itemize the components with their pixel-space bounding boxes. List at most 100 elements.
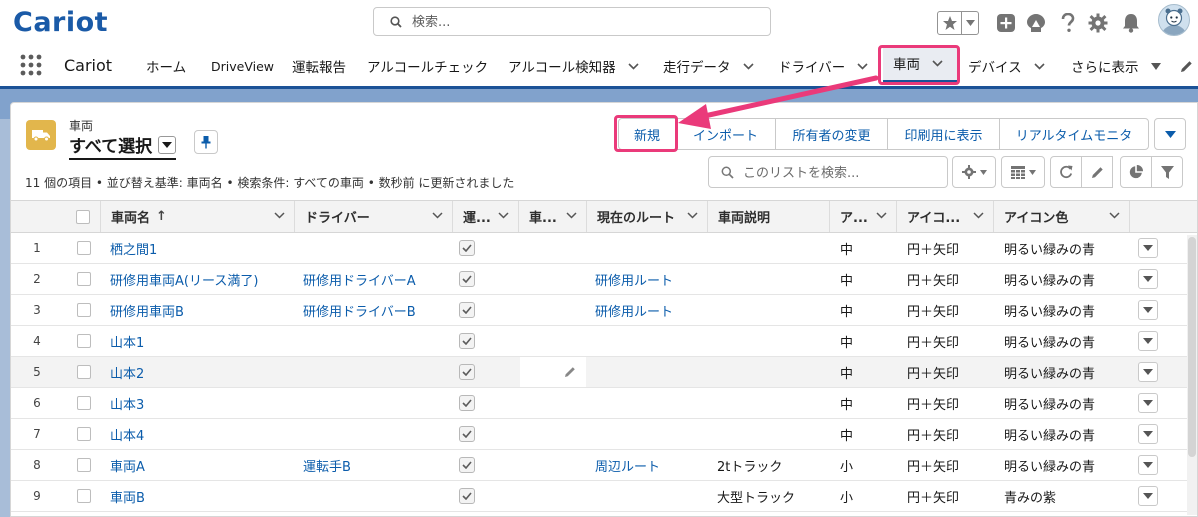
favorites-list-chevron-icon[interactable] [962, 12, 978, 34]
vehicle-name-link[interactable]: 山本1 [110, 326, 144, 356]
row-actions-dropdown-icon[interactable] [1138, 269, 1158, 289]
cariot-logo[interactable]: Cariot [13, 6, 108, 40]
global-search[interactable] [373, 7, 771, 36]
row-actions-dropdown-icon[interactable] [1138, 486, 1158, 506]
trailhead-icon[interactable] [1024, 11, 1048, 35]
edit-nav-pencil-icon[interactable] [1180, 46, 1193, 86]
nav-item-devices[interactable]: デバイス [968, 46, 1045, 86]
vehicle-name-link[interactable]: 山本4 [110, 419, 144, 449]
nav-item-alcohol-detector[interactable]: アルコール検知器 [508, 46, 639, 86]
nav-item-home[interactable]: ホーム [146, 46, 186, 86]
table-row[interactable]: 3 研修用車両B 研修用ドライバーB 研修用ルート 中 円＋矢印 明るい緑みの青 [11, 295, 1197, 326]
select-all-checkbox[interactable] [75, 209, 90, 224]
vehicle-name-link[interactable]: 車両A [110, 450, 145, 480]
list-search[interactable] [708, 156, 948, 188]
app-launcher-icon[interactable] [20, 54, 42, 76]
row-actions-dropdown-icon[interactable] [1138, 331, 1158, 351]
table-scrollbar[interactable] [1187, 235, 1197, 515]
chevron-down-icon[interactable] [432, 212, 443, 219]
filters-button[interactable] [1151, 156, 1183, 188]
row-checkbox[interactable] [77, 241, 91, 255]
route-link[interactable]: 研修用ルート [595, 264, 673, 294]
table-row[interactable]: 4 山本1 中 円＋矢印 明るい緑みの青 [11, 326, 1197, 357]
favorite-star-icon[interactable] [938, 12, 963, 34]
table-row[interactable]: 8 車両A 運転手B 周辺ルート 2tトラック 小 円＋矢印 明るい緑みの青 [11, 450, 1197, 481]
row-checkbox[interactable] [77, 303, 91, 317]
nav-item-trip-data[interactable]: 走行データ [663, 46, 754, 86]
column-header-vehicle-description[interactable]: 車両説明 [708, 201, 830, 232]
driver-link[interactable]: 研修用ドライバーA [303, 264, 416, 294]
notifications-bell-icon[interactable] [1119, 11, 1143, 35]
column-header-current-route[interactable]: 現在のルート [587, 201, 708, 232]
realtime-monitor-button[interactable]: リアルタイムモニタ [999, 118, 1149, 150]
list-view-dropdown-icon[interactable] [158, 135, 177, 154]
row-actions-dropdown-icon[interactable] [1138, 393, 1158, 413]
charts-button[interactable] [1120, 156, 1152, 188]
scrollbar-thumb[interactable] [1188, 237, 1196, 457]
table-row[interactable]: 5 山本2 中 円＋矢印 明るい緑みの青 [11, 357, 1197, 388]
vehicle-name-link[interactable]: 栖之間1 [110, 233, 157, 263]
list-view-selector[interactable]: すべて選択 [69, 132, 177, 160]
chevron-down-icon[interactable] [1109, 212, 1120, 219]
pencil-icon[interactable] [564, 366, 576, 378]
row-checkbox[interactable] [77, 427, 91, 441]
vehicle-name-link[interactable]: 車両B [110, 481, 145, 511]
row-checkbox[interactable] [77, 334, 91, 348]
help-icon[interactable] [1056, 11, 1080, 35]
more-triangle-down-icon[interactable] [1150, 62, 1161, 70]
row-actions-dropdown-icon[interactable] [1138, 424, 1158, 444]
column-header-vehicle-name[interactable]: 車両名 ↑ [101, 201, 295, 232]
new-button[interactable]: 新規 [618, 118, 676, 150]
column-header-operation[interactable]: 運... [453, 201, 519, 232]
import-button[interactable]: インポート [675, 118, 776, 150]
nav-item-alcohol-check[interactable]: アルコールチェック [367, 46, 488, 86]
setup-gear-icon[interactable] [1086, 11, 1110, 35]
table-row[interactable]: 1 栖之間1 中 円＋矢印 明るい緑みの青 [11, 233, 1197, 264]
chevron-down-icon[interactable] [498, 212, 509, 219]
nav-item-drive-report[interactable]: 運転報告 [292, 46, 346, 86]
more-actions-button[interactable] [1154, 118, 1186, 150]
chevron-down-icon[interactable] [973, 212, 984, 219]
row-actions-dropdown-icon[interactable] [1138, 362, 1158, 382]
table-row[interactable]: 2 研修用車両A(リース満了) 研修用ドライバーA 研修用ルート 中 円＋矢印 明るい緑みの… [11, 264, 1197, 295]
vehicle-name-link[interactable]: 研修用車両B [110, 295, 184, 325]
row-checkbox[interactable] [77, 489, 91, 503]
row-checkbox[interactable] [77, 458, 91, 472]
vehicle-name-link[interactable]: 山本3 [110, 388, 144, 418]
route-link[interactable]: 研修用ルート [595, 295, 673, 325]
vehicle-name-link[interactable]: 研修用車両A(リース満了) [110, 264, 258, 294]
nav-item-more[interactable]: さらに表示 [1071, 46, 1161, 86]
chevron-down-icon[interactable] [876, 212, 887, 219]
column-header-vehicle-type[interactable]: 車... [519, 201, 587, 232]
global-actions-plus-icon[interactable] [994, 11, 1018, 35]
table-row[interactable]: 7 山本4 中 円＋矢印 明るい緑みの青 [11, 419, 1197, 450]
list-settings-button[interactable] [952, 156, 996, 188]
table-row[interactable]: 9 車両B 大型トラック 小 円＋矢印 青みの紫 [11, 481, 1197, 512]
inline-edit-cell[interactable] [520, 357, 586, 387]
list-search-input[interactable] [741, 162, 940, 184]
driver-link[interactable]: 研修用ドライバーB [303, 295, 416, 325]
row-actions-dropdown-icon[interactable] [1138, 455, 1158, 475]
vehicle-name-link[interactable]: 山本2 [110, 357, 144, 387]
chevron-down-icon[interactable] [932, 59, 943, 67]
chevron-down-icon[interactable] [1034, 62, 1045, 70]
column-header-driver[interactable]: ドライバー [295, 201, 453, 232]
driver-link[interactable]: 運転手B [303, 450, 351, 480]
nav-item-driveview[interactable]: DriveView [211, 46, 274, 86]
user-avatar[interactable] [1158, 4, 1190, 36]
nav-item-vehicles[interactable]: 車両 [883, 46, 957, 83]
route-link[interactable]: 周辺ルート [595, 450, 660, 480]
inline-edit-button[interactable] [1081, 156, 1113, 188]
row-checkbox[interactable] [77, 396, 91, 410]
chevron-down-icon[interactable] [857, 62, 868, 70]
column-header-icon-color[interactable]: アイコン色 [994, 201, 1130, 232]
column-header-icon-size[interactable]: ア... [830, 201, 897, 232]
row-actions-dropdown-icon[interactable] [1138, 300, 1158, 320]
display-as-button[interactable] [1001, 156, 1045, 188]
chevron-down-icon[interactable] [687, 212, 698, 219]
row-actions-dropdown-icon[interactable] [1138, 238, 1158, 258]
pin-list-view-button[interactable] [194, 130, 218, 154]
chevron-down-icon[interactable] [566, 212, 577, 219]
row-checkbox[interactable] [77, 272, 91, 286]
row-checkbox[interactable] [77, 365, 91, 379]
